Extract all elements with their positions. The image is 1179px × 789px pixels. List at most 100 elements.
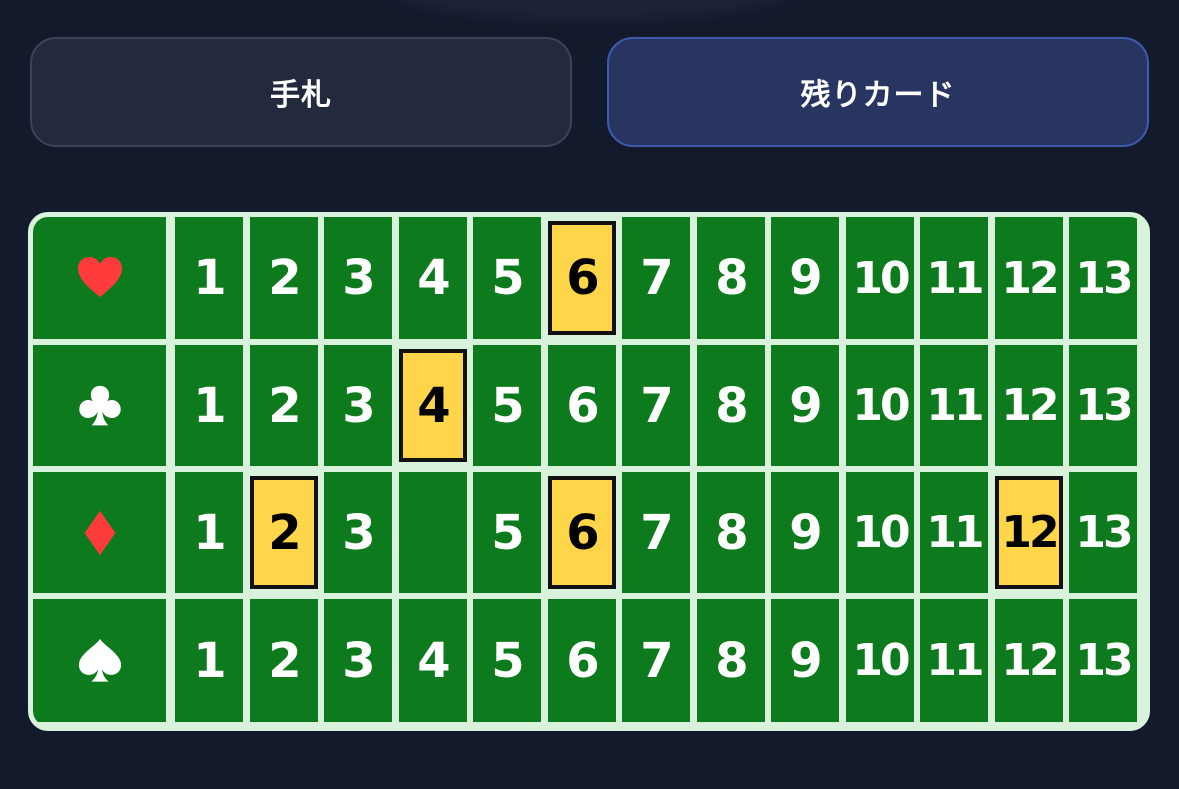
card-grid: 1 2 3 4 5 6 7 8 9 10 11 12 13 1 2 3 4 5 6 7 8 9 10 11 12 13 1 2 3 5 6 7… bbox=[28, 212, 1150, 731]
card-rank-label: 12 bbox=[1001, 380, 1059, 431]
spade-row-header bbox=[33, 599, 166, 722]
card-cell-diamond-7[interactable]: 7 bbox=[622, 472, 690, 593]
card-cell-club-6[interactable]: 6 bbox=[548, 345, 616, 466]
card-rank-label: 4 bbox=[417, 632, 450, 689]
card-cell-club-9[interactable]: 9 bbox=[771, 345, 839, 466]
card-cell-diamond-6[interactable]: 6 bbox=[548, 476, 616, 589]
spade-icon bbox=[76, 637, 124, 685]
card-cell-club-3[interactable]: 3 bbox=[324, 345, 392, 466]
card-rank-label: 3 bbox=[342, 632, 375, 689]
card-cell-heart-13[interactable]: 13 bbox=[1069, 217, 1137, 339]
card-cell-heart-12[interactable]: 12 bbox=[995, 217, 1063, 339]
card-cell-heart-1[interactable]: 1 bbox=[175, 217, 243, 339]
card-cell-spade-9[interactable]: 9 bbox=[771, 599, 839, 722]
card-rank-label: 6 bbox=[566, 632, 599, 689]
card-cell-club-5[interactable]: 5 bbox=[473, 345, 541, 466]
card-rank-label: 9 bbox=[789, 504, 822, 561]
card-rank-label: 6 bbox=[566, 377, 599, 434]
card-cell-heart-10[interactable]: 10 bbox=[846, 217, 914, 339]
card-rank-label: 10 bbox=[852, 380, 910, 431]
card-rank-label: 1 bbox=[193, 632, 226, 689]
card-cell-club-11[interactable]: 11 bbox=[920, 345, 988, 466]
card-cell-diamond-4[interactable] bbox=[399, 472, 467, 593]
card-cell-club-13[interactable]: 13 bbox=[1069, 345, 1137, 466]
card-rank-label: 11 bbox=[926, 507, 984, 558]
tab-remaining-cards[interactable]: 残りカード bbox=[607, 37, 1149, 147]
card-cell-diamond-10[interactable]: 10 bbox=[846, 472, 914, 593]
card-rank-label: 10 bbox=[852, 252, 910, 304]
tab-hand-label: 手札 bbox=[270, 78, 332, 113]
card-rank-label: 10 bbox=[852, 507, 910, 558]
top-decoration bbox=[390, 0, 790, 20]
card-rank-label: 2 bbox=[268, 504, 301, 561]
card-cell-diamond-5[interactable]: 5 bbox=[473, 472, 541, 593]
tab-remaining-cards-label: 残りカード bbox=[800, 78, 956, 113]
card-cell-heart-4[interactable]: 4 bbox=[399, 217, 467, 339]
card-cell-spade-6[interactable]: 6 bbox=[548, 599, 616, 722]
card-cell-spade-4[interactable]: 4 bbox=[399, 599, 467, 722]
card-rank-label: 2 bbox=[268, 250, 301, 306]
card-cell-heart-9[interactable]: 9 bbox=[771, 217, 839, 339]
card-cell-diamond-3[interactable]: 3 bbox=[324, 472, 392, 593]
card-rank-label: 3 bbox=[342, 377, 375, 434]
card-rank-label: 1 bbox=[193, 377, 226, 434]
card-cell-spade-3[interactable]: 3 bbox=[324, 599, 392, 722]
card-cell-club-1[interactable]: 1 bbox=[175, 345, 243, 466]
card-cell-heart-5[interactable]: 5 bbox=[473, 217, 541, 339]
card-cell-diamond-12[interactable]: 12 bbox=[995, 476, 1063, 589]
card-rank-label: 11 bbox=[926, 380, 984, 431]
card-cell-spade-13[interactable]: 13 bbox=[1069, 599, 1137, 722]
card-rank-label: 13 bbox=[1075, 635, 1133, 686]
card-rank-label: 7 bbox=[640, 250, 673, 306]
card-rank-label: 5 bbox=[491, 377, 524, 434]
card-rank-label: 7 bbox=[640, 632, 673, 689]
card-cell-diamond-9[interactable]: 9 bbox=[771, 472, 839, 593]
card-cell-spade-7[interactable]: 7 bbox=[622, 599, 690, 722]
card-cell-heart-6[interactable]: 6 bbox=[548, 221, 616, 335]
diamond-row-header bbox=[33, 472, 166, 593]
card-cell-spade-1[interactable]: 1 bbox=[175, 599, 243, 722]
card-rank-label: 12 bbox=[1001, 252, 1059, 304]
card-cell-club-7[interactable]: 7 bbox=[622, 345, 690, 466]
card-cell-spade-2[interactable]: 2 bbox=[250, 599, 318, 722]
card-cell-heart-3[interactable]: 3 bbox=[324, 217, 392, 339]
card-cell-diamond-13[interactable]: 13 bbox=[1069, 472, 1137, 593]
club-row-header bbox=[33, 345, 166, 466]
tab-hand[interactable]: 手札 bbox=[30, 37, 572, 147]
card-cell-club-4[interactable]: 4 bbox=[399, 349, 467, 462]
card-cell-heart-11[interactable]: 11 bbox=[920, 217, 988, 339]
card-rank-label: 4 bbox=[417, 377, 450, 434]
card-cell-diamond-8[interactable]: 8 bbox=[697, 472, 765, 593]
card-rank-label: 6 bbox=[566, 504, 599, 561]
card-rank-label: 1 bbox=[193, 250, 226, 306]
card-cell-spade-8[interactable]: 8 bbox=[697, 599, 765, 722]
card-cell-club-10[interactable]: 10 bbox=[846, 345, 914, 466]
card-cell-heart-2[interactable]: 2 bbox=[250, 217, 318, 339]
card-rank-label: 6 bbox=[566, 250, 599, 306]
card-rank-label: 9 bbox=[789, 632, 822, 689]
card-cell-diamond-2[interactable]: 2 bbox=[250, 476, 318, 589]
card-cell-club-12[interactable]: 12 bbox=[995, 345, 1063, 466]
card-cell-club-2[interactable]: 2 bbox=[250, 345, 318, 466]
card-rank-label: 1 bbox=[193, 504, 226, 561]
club-icon bbox=[77, 383, 123, 429]
card-cell-heart-7[interactable]: 7 bbox=[622, 217, 690, 339]
card-cell-spade-5[interactable]: 5 bbox=[473, 599, 541, 722]
heart-row-header bbox=[33, 217, 166, 339]
card-rank-label: 3 bbox=[342, 250, 375, 306]
tab-bar: 手札 残りカード bbox=[30, 37, 1149, 147]
card-rank-label: 2 bbox=[268, 632, 301, 689]
card-cell-diamond-11[interactable]: 11 bbox=[920, 472, 988, 593]
card-rank-label: 13 bbox=[1075, 380, 1133, 431]
card-rank-label: 5 bbox=[491, 632, 524, 689]
card-rank-label: 5 bbox=[491, 250, 524, 306]
card-rank-label: 8 bbox=[715, 377, 748, 434]
card-cell-club-8[interactable]: 8 bbox=[697, 345, 765, 466]
card-rank-label: 8 bbox=[715, 632, 748, 689]
card-cell-spade-10[interactable]: 10 bbox=[846, 599, 914, 722]
card-cell-diamond-1[interactable]: 1 bbox=[175, 472, 243, 593]
card-cell-spade-12[interactable]: 12 bbox=[995, 599, 1063, 722]
card-cell-heart-8[interactable]: 8 bbox=[697, 217, 765, 339]
card-cell-spade-11[interactable]: 11 bbox=[920, 599, 988, 722]
card-rank-label: 11 bbox=[926, 252, 984, 304]
